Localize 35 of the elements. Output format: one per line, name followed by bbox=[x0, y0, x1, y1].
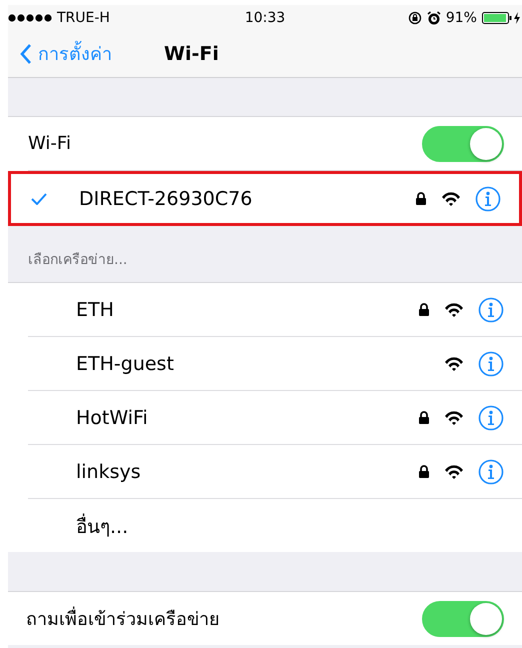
info-icon bbox=[478, 404, 504, 430]
info-button[interactable] bbox=[478, 296, 504, 322]
network-name: DIRECT-26930C76 bbox=[79, 188, 254, 210]
battery-percent: 91% bbox=[446, 10, 477, 26]
toggle-switch[interactable] bbox=[422, 600, 504, 636]
info-icon bbox=[475, 186, 501, 212]
info-button[interactable] bbox=[478, 404, 504, 430]
wifi-icon bbox=[444, 464, 464, 480]
info-icon bbox=[478, 296, 504, 322]
wifi-icon bbox=[444, 356, 464, 372]
network-name[interactable]: ETH bbox=[76, 298, 418, 320]
section-header: เลือกเครือข่าย... bbox=[28, 251, 128, 270]
carrier-name: TRUE-H bbox=[57, 10, 110, 26]
wifi-icon bbox=[444, 302, 464, 318]
battery-charging-icon bbox=[482, 10, 522, 24]
info-button[interactable] bbox=[478, 350, 504, 376]
other-networks-link[interactable]: อื่นๆ... bbox=[76, 510, 504, 540]
toggle-switch[interactable] bbox=[422, 126, 504, 162]
info-button[interactable] bbox=[475, 186, 501, 212]
chevron-left-icon bbox=[20, 44, 32, 64]
rotation-lock-icon bbox=[408, 10, 422, 24]
network-name[interactable]: ETH-guest bbox=[76, 352, 418, 374]
info-icon bbox=[478, 458, 504, 484]
network-name[interactable]: HotWiFi bbox=[76, 406, 418, 428]
row-label: ถามเพื่อเข้าร่วมเครือข่าย bbox=[26, 604, 422, 633]
info-icon bbox=[478, 350, 504, 376]
network-name[interactable]: linksys bbox=[76, 460, 418, 482]
wifi-icon bbox=[441, 190, 461, 206]
wifi-icon bbox=[444, 410, 464, 426]
row-label: Wi-Fi bbox=[28, 133, 72, 154]
alarm-clock-icon bbox=[426, 10, 441, 24]
status-time: 10:33 bbox=[244, 10, 286, 26]
signal-icon bbox=[8, 14, 52, 22]
screen-title: Wi-Fi bbox=[164, 42, 219, 64]
info-button[interactable] bbox=[478, 458, 504, 484]
